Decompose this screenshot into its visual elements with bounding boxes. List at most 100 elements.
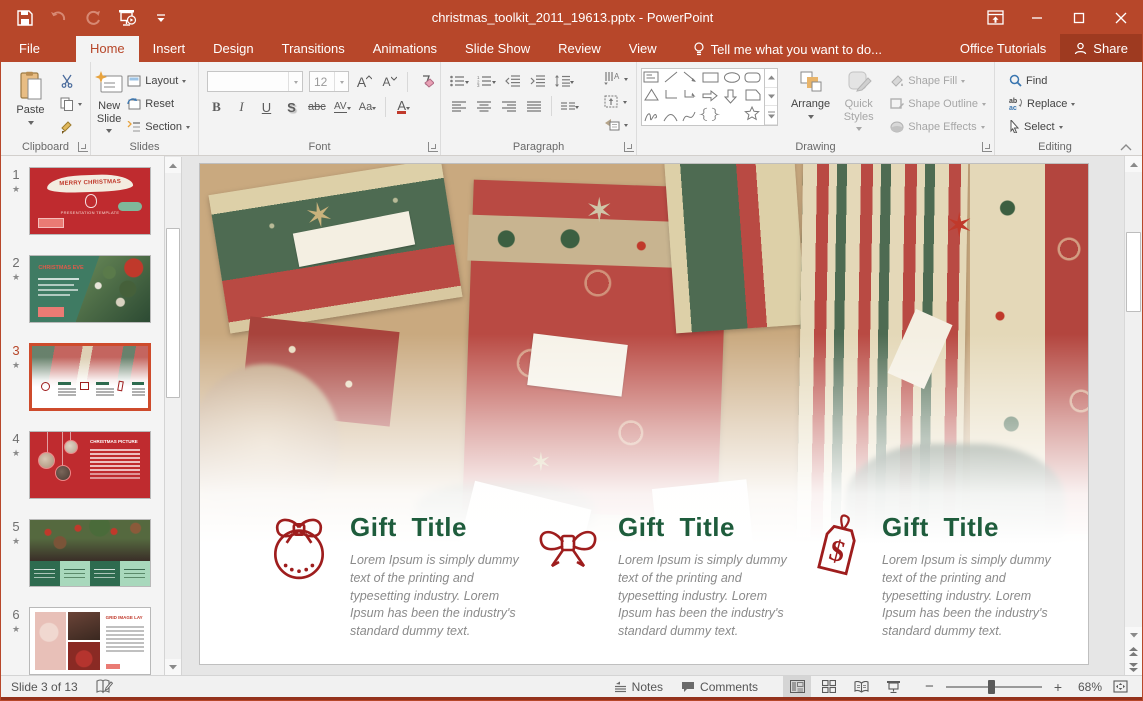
quick-styles-button[interactable]: Quick Styles xyxy=(835,66,882,134)
scroll-thumb[interactable] xyxy=(1126,232,1141,312)
increase-indent-button[interactable] xyxy=(528,71,547,91)
copy-button[interactable] xyxy=(56,93,86,114)
replace-button[interactable]: abac Replace xyxy=(1005,93,1079,114)
format-painter-button[interactable] xyxy=(56,116,86,137)
bullets-button[interactable] xyxy=(449,71,470,91)
underline-button[interactable]: U xyxy=(257,97,276,117)
ribbon-display-options-icon[interactable] xyxy=(974,1,1016,34)
tab-design[interactable]: Design xyxy=(199,36,267,62)
tab-slide-show[interactable]: Slide Show xyxy=(451,36,544,62)
normal-view-button[interactable] xyxy=(783,676,811,697)
tab-file[interactable]: File xyxy=(1,36,58,62)
gift-section-3[interactable]: $ Gift Title Lorem Ipsum is simply dummy… xyxy=(812,512,1054,641)
office-tutorials-link[interactable]: Office Tutorials xyxy=(946,41,1060,62)
gift-title-3[interactable]: Gift Title xyxy=(882,512,1054,543)
shapes-scroll-up[interactable] xyxy=(765,69,777,88)
start-from-beginning-icon[interactable] xyxy=(117,8,137,28)
slide-1-preview[interactable]: MERRY CHRISTMAS PRESENTATION TEMPLATE xyxy=(29,167,151,235)
thumbnail-slide-2[interactable]: 2★ CHRISTMAS EVE xyxy=(1,255,164,323)
drawing-dialog-launcher[interactable] xyxy=(982,142,992,152)
font-color-button[interactable]: A xyxy=(394,97,413,117)
gift-body-2[interactable]: Lorem Ipsum is simply dummy text of the … xyxy=(618,552,790,641)
thumbnail-slide-5[interactable]: 5★ xyxy=(1,519,164,587)
change-case-button[interactable]: Aa xyxy=(358,97,377,117)
notes-toggle[interactable]: Notes xyxy=(607,678,670,696)
share-button[interactable]: Share xyxy=(1060,34,1142,62)
current-slide[interactable]: ✶ ✶ ✶ ✶ xyxy=(199,163,1089,665)
character-spacing-button[interactable]: AV xyxy=(333,97,352,117)
find-button[interactable]: Find xyxy=(1005,70,1079,91)
font-name-combo[interactable] xyxy=(207,71,303,92)
redo-icon[interactable] xyxy=(83,8,103,28)
tab-animations[interactable]: Animations xyxy=(359,36,451,62)
numbering-button[interactable]: 123 xyxy=(476,71,497,91)
shapes-scroll-down[interactable] xyxy=(765,88,777,107)
undo-icon[interactable] xyxy=(49,8,69,28)
align-center-button[interactable] xyxy=(474,96,493,116)
thumbnail-slide-6[interactable]: 6★ GRID IMAGE LAY xyxy=(1,607,164,675)
scroll-down-arrow[interactable] xyxy=(1125,627,1142,643)
gift-title-1[interactable]: Gift Title xyxy=(350,512,522,543)
maximize-button[interactable] xyxy=(1058,1,1100,34)
gift-body-3[interactable]: Lorem Ipsum is simply dummy text of the … xyxy=(882,552,1054,641)
slide-5-preview[interactable] xyxy=(29,519,151,587)
shape-outline-button[interactable]: Shape Outline xyxy=(886,93,990,114)
bow-icon[interactable] xyxy=(536,520,600,572)
justify-button[interactable] xyxy=(524,96,543,116)
section-button[interactable]: Section xyxy=(123,116,194,137)
columns-button[interactable] xyxy=(560,96,580,116)
arrange-button[interactable]: Arrange xyxy=(786,66,835,122)
comments-toggle[interactable]: Comments xyxy=(674,678,765,696)
wreath-icon[interactable] xyxy=(266,512,332,582)
clear-formatting-button[interactable] xyxy=(416,72,435,92)
slide-2-preview[interactable]: CHRISTMAS EVE xyxy=(29,255,151,323)
zoom-slider[interactable] xyxy=(946,686,1042,688)
tab-home[interactable]: Home xyxy=(76,36,139,62)
tab-review[interactable]: Review xyxy=(544,36,615,62)
tab-insert[interactable]: Insert xyxy=(139,36,200,62)
slide-indicator[interactable]: Slide 3 of 13 xyxy=(11,680,78,694)
shapes-more-button[interactable] xyxy=(765,106,777,125)
gift-section-1[interactable]: Gift Title Lorem Ipsum is simply dummy t… xyxy=(266,512,522,641)
close-button[interactable] xyxy=(1100,1,1142,34)
scroll-up-arrow[interactable] xyxy=(1125,156,1142,172)
zoom-percentage[interactable]: 68% xyxy=(1068,680,1102,694)
text-shadow-button[interactable]: S xyxy=(282,97,301,117)
price-tag-icon[interactable]: $ xyxy=(812,512,864,584)
shape-fill-button[interactable]: Shape Fill xyxy=(886,70,990,91)
paste-button[interactable]: Paste xyxy=(5,68,56,128)
clipboard-dialog-launcher[interactable] xyxy=(78,142,88,152)
shapes-gallery[interactable] xyxy=(641,68,778,126)
previous-slide-button[interactable] xyxy=(1125,643,1142,659)
save-icon[interactable] xyxy=(15,8,35,28)
tab-transitions[interactable]: Transitions xyxy=(268,36,359,62)
customize-qat-icon[interactable] xyxy=(151,8,171,28)
shrink-font-button[interactable]: A xyxy=(380,72,399,92)
slide-show-view-button[interactable] xyxy=(879,676,907,697)
align-right-button[interactable] xyxy=(499,96,518,116)
gift-body-1[interactable]: Lorem Ipsum is simply dummy text of the … xyxy=(350,552,522,641)
tell-me-box[interactable]: Tell me what you want to do... xyxy=(693,42,882,62)
new-slide-button[interactable]: New Slide xyxy=(95,68,123,136)
paragraph-dialog-launcher[interactable] xyxy=(624,142,634,152)
collapse-ribbon-icon[interactable] xyxy=(1120,144,1132,151)
font-dialog-launcher[interactable] xyxy=(428,142,438,152)
convert-smartart-button[interactable] xyxy=(600,114,632,135)
next-slide-button[interactable] xyxy=(1125,659,1142,675)
thumbnail-slide-4[interactable]: 4★ CHRISTMAS PICTURE xyxy=(1,431,164,499)
slide-sorter-view-button[interactable] xyxy=(815,676,843,697)
align-left-button[interactable] xyxy=(449,96,468,116)
italic-button[interactable]: I xyxy=(232,97,251,117)
gift-section-2[interactable]: Gift Title Lorem Ipsum is simply dummy t… xyxy=(536,512,790,641)
select-button[interactable]: Select xyxy=(1005,116,1079,137)
thumbnail-slide-1[interactable]: 1★ MERRY CHRISTMAS PRESENTATION TEMPLATE xyxy=(1,167,164,235)
scroll-track[interactable] xyxy=(1125,172,1142,627)
zoom-slider-thumb[interactable] xyxy=(988,680,995,694)
proofing-icon[interactable] xyxy=(96,679,113,694)
reading-view-button[interactable] xyxy=(847,676,875,697)
font-size-combo[interactable]: 12 xyxy=(309,71,349,92)
reset-button[interactable]: Reset xyxy=(123,93,194,114)
cut-button[interactable] xyxy=(56,70,86,91)
line-spacing-button[interactable] xyxy=(553,71,575,91)
bold-button[interactable]: B xyxy=(207,97,226,117)
